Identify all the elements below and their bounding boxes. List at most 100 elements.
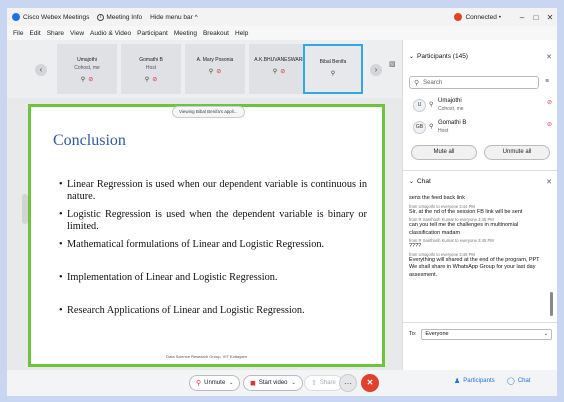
participant-name: Gomathi B (438, 120, 467, 126)
chat-toggle-button[interactable]: ◯ Chat (507, 377, 531, 385)
chevron-down-icon: ⌄ (543, 330, 548, 337)
avatar: GB (413, 121, 426, 134)
slide-bullet: Mathematical formulations of Linear and … (59, 239, 367, 251)
menu-share[interactable]: Share (47, 30, 64, 37)
participants-header[interactable]: ⌄ Participants (145) ✕ (409, 53, 552, 61)
participant-role: Cohost, me (438, 106, 464, 112)
slide-bullet: Logistic Regression is used when the dep… (59, 209, 367, 233)
side-panel: ⌄ Participants (145) ✕ ⚲ Search ≡ U ⚲ Um… (402, 40, 557, 370)
chat-message-text: Everything will shared at the end of the… (409, 256, 540, 278)
video-off-icon: ⊘ (88, 77, 94, 83)
chat-icon: ◯ (507, 378, 515, 385)
recipient-select[interactable]: Everyone ⌄ (421, 328, 552, 340)
menu-breakout[interactable]: Breakout (203, 30, 229, 37)
tile-name: Bibal Benifa (319, 59, 347, 65)
recipient-value: Everyone (425, 330, 449, 337)
chat-title: Chat (417, 178, 431, 185)
hide-menu-bar-button[interactable]: Hide menu bar ^ (150, 14, 198, 21)
participant-row[interactable]: U ⚲ Umajothi Cohost, me ⊘ (409, 96, 552, 118)
app-title: Cisco Webex Meetings (23, 13, 90, 21)
video-tile-mary-posonia[interactable]: A. Mary Posonia ⚲ ⊘ (185, 44, 245, 94)
share-button[interactable]: ⇧ Share (304, 375, 343, 391)
chat-scrollbar[interactable] (550, 292, 553, 316)
unmute-label: Unmute (204, 380, 226, 386)
share-icon: ⇧ (311, 380, 317, 387)
menu-file[interactable]: File (13, 30, 23, 37)
participants-toggle-button[interactable]: ♟ Participants (454, 377, 495, 385)
unmute-button[interactable]: ⚲ Unmute ⌄ (189, 375, 241, 391)
participant-row[interactable]: GB ⚲ Gomathi B Host ⊘ (409, 118, 552, 140)
meeting-info-button[interactable]: Meeting Info (106, 14, 142, 21)
sort-icon[interactable]: ≡ (545, 78, 549, 85)
video-off-icon: ⊘ (216, 69, 222, 75)
video-tile-umajothi[interactable]: Umajothi Cohost, me ⚲ ⊘ (57, 44, 117, 94)
webex-logo-icon (12, 13, 20, 21)
menu-view[interactable]: View (70, 30, 84, 37)
leave-meeting-button[interactable]: ✕ (361, 374, 379, 392)
shared-slide: Conclusion Linear Regression is used whe… (28, 104, 385, 367)
menu-help[interactable]: Help (235, 30, 248, 37)
video-off-icon: ⊘ (152, 77, 158, 83)
menu-participant[interactable]: Participant (137, 30, 168, 37)
maximize-button[interactable]: □ (529, 13, 543, 22)
participant-role: Host (438, 128, 449, 134)
video-off-icon: ⊘ (280, 69, 286, 75)
chat-recipient-row: To: Everyone ⌄ (409, 328, 552, 340)
participant-search-input[interactable]: ⚲ Search (409, 76, 539, 89)
tile-name: Umajothi (77, 57, 97, 63)
start-video-label: Start video (258, 380, 288, 386)
menu-bar: File Edit Share View Audio & Video Parti… (7, 26, 557, 40)
viewing-share-label[interactable]: Viewing Bibal Benifa's appli... (172, 106, 245, 118)
mic-muted-icon[interactable]: ⊘ (547, 99, 552, 106)
mute-all-button[interactable]: Mute all (411, 145, 477, 160)
start-video-button[interactable]: ◼ Start video ⌄ (243, 375, 303, 391)
mic-muted-icon[interactable]: ⊘ (547, 121, 552, 128)
menu-meeting[interactable]: Meeting (174, 30, 197, 37)
close-chat-button[interactable]: ✕ (546, 178, 552, 186)
chat-message-text: Sir, at the nd of the session FB link wi… (409, 208, 523, 215)
info-icon[interactable]: i (97, 13, 105, 21)
minimize-button[interactable]: – (515, 13, 529, 22)
connection-icon (454, 13, 463, 21)
slide-bullet-list: Linear Regression is used when our depen… (59, 179, 367, 323)
chevron-down-icon: ⌄ (409, 179, 415, 185)
mic-icon: ⚲ (144, 77, 150, 83)
slide-bullet: Implementation of Linear and Logistic Re… (59, 272, 367, 284)
menu-audio-video[interactable]: Audio & Video (90, 30, 131, 37)
participant-strip: ‹ Umajothi Cohost, me ⚲ ⊘ Gomathi B Host … (7, 40, 402, 98)
strip-prev-button[interactable]: ‹ (35, 64, 47, 76)
menu-edit[interactable]: Edit (29, 30, 40, 37)
participants-toggle-label: Participants (463, 378, 495, 384)
connection-status[interactable]: Connected • (454, 13, 501, 21)
layout-icon[interactable]: ▧ (389, 60, 396, 68)
mic-muted-icon: ⚲ (196, 380, 202, 387)
tile-name: A. Mary Posonia (196, 57, 234, 63)
video-tile-bhuvaneswari[interactable]: A.K.BHUVANESWARI ⚲ ⊘ (249, 44, 309, 94)
chat-header[interactable]: ⌄ Chat ✕ (409, 178, 552, 186)
chat-message-text: can you tell me the challenges in multin… (409, 222, 519, 236)
mic-icon: ⚲ (208, 69, 214, 75)
mic-icon: ⚲ (80, 77, 86, 83)
chat-message-text: ???? (409, 243, 422, 249)
tile-name: Gomathi B (139, 57, 163, 63)
slide-title: Conclusion (53, 132, 126, 149)
strip-next-button[interactable]: › (370, 64, 382, 76)
video-tile-gomathi[interactable]: Gomathi B Host ⚲ ⊘ (121, 44, 181, 94)
tile-role: Cohost, me (74, 65, 100, 71)
title-bar: Cisco Webex Meetings i Meeting Info Hide… (7, 8, 557, 26)
more-options-button[interactable]: ··· (339, 374, 357, 392)
unmute-all-button[interactable]: Unmute all (484, 145, 550, 160)
close-window-button[interactable]: ✕ (543, 13, 557, 22)
video-tile-bibal-benifa[interactable]: Bibal Benifa ⚲ (303, 44, 363, 94)
share-label: Share (319, 380, 336, 386)
participant-name: Umajothi (438, 98, 462, 104)
search-icon: ⚲ (414, 79, 420, 87)
panel-divider (403, 170, 557, 171)
chevron-down-icon: ⌄ (409, 54, 415, 60)
mic-icon: ⚲ (429, 124, 434, 130)
meeting-toolbar: ⚲ Unmute ⌄ ◼ Start video ⌄ ⇧ Share ··· ✕… (7, 370, 557, 396)
video-off-icon: ◼ (250, 380, 256, 387)
participants-icon: ♟ (454, 378, 461, 385)
close-participants-button[interactable]: ✕ (546, 53, 552, 61)
chat-messages[interactable]: sens the feed back link from Umajothi to… (409, 195, 549, 317)
